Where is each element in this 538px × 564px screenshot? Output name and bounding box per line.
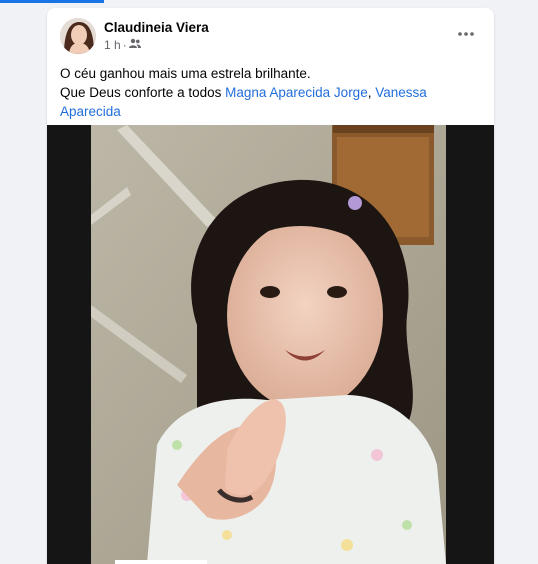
post-header: Claudineia Viera 1 h · [47, 8, 494, 62]
post-meta: 1 h · [104, 38, 141, 52]
post-photo-image [47, 125, 494, 564]
author-avatar[interactable] [60, 18, 96, 54]
active-tab-indicator [0, 0, 104, 3]
avatar-photo [60, 18, 96, 54]
post-time[interactable]: 1 h [104, 38, 121, 52]
post-card: Claudineia Viera 1 h · O céu ganhou mais [47, 8, 494, 564]
post-text-line-1: O céu ganhou mais uma estrela brilhante. [60, 66, 311, 81]
media-bottom-marker [115, 560, 207, 564]
post-photo[interactable] [47, 125, 494, 564]
top-strip [0, 0, 538, 5]
more-options-button[interactable] [452, 22, 480, 46]
meta-separator: · [122, 38, 127, 52]
tagged-user-1[interactable]: Magna Aparecida Jorge [225, 85, 368, 100]
post-text: O céu ganhou mais uma estrela brilhante.… [60, 64, 480, 121]
friends-icon[interactable] [128, 38, 141, 52]
more-options-icon [458, 32, 474, 36]
post-text-line-2: Que Deus conforte a todos Magna Aparecid… [60, 83, 480, 121]
post-text-prefix: Que Deus conforte a todos [60, 85, 226, 100]
author-name[interactable]: Claudineia Viera [104, 20, 209, 35]
